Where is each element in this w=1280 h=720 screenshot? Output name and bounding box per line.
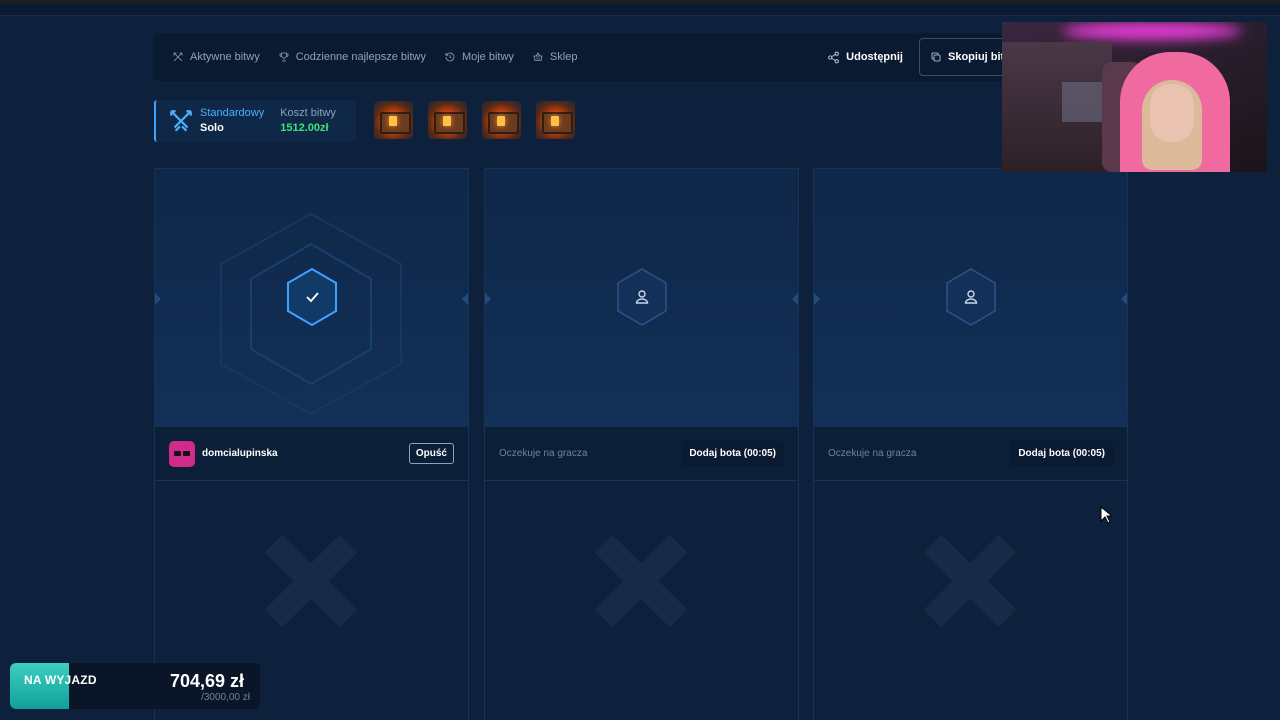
player-name: domcialupinska [202, 448, 278, 459]
avatar [169, 440, 195, 467]
swords-watermark-icon [920, 531, 1020, 631]
case-image[interactable] [536, 101, 575, 139]
add-bot-button[interactable]: Dodaj bota (00:05) [681, 441, 784, 466]
slot-top [155, 169, 468, 427]
player-slot-3: Oczekuje na gracza Dodaj bota (00:05) [813, 168, 1128, 720]
slot-info: Oczekuje na gracza Dodaj bota (00:05) [485, 427, 798, 481]
basket-icon [533, 52, 543, 61]
share-button[interactable]: Udostępnij [827, 51, 903, 64]
nav-daily-best-battles[interactable]: Codzienne najlepsze bitwy [278, 51, 426, 63]
battle-mode-box: Standardowy Solo Koszt bitwy 1512.00zł [154, 100, 356, 142]
copy-icon [931, 52, 941, 62]
player-slot-1: domcialupinska Opuść [154, 168, 469, 720]
ready-hex [286, 267, 338, 327]
battle-navbar: Aktywne bitwy Codzienne najlepsze bitwy … [154, 33, 1014, 81]
donation-goal-widget: NA WYJAZD 704,69 zł /3000,00 zł [10, 663, 260, 709]
goal-amount: 704,69 zł [169, 671, 244, 691]
history-icon [445, 52, 455, 62]
empty-hex [945, 267, 997, 327]
cost-label: Koszt bitwy [280, 107, 336, 119]
mode-sub: Solo [200, 122, 224, 134]
empty-hex [616, 267, 668, 327]
nav-active-battles-label: Aktywne bitwy [190, 51, 260, 63]
waiting-label: Oczekuje na gracza [828, 448, 917, 459]
swords-watermark-icon [591, 531, 691, 631]
share-label: Udostępnij [846, 51, 903, 63]
nav-active-battles[interactable]: Aktywne bitwy [172, 51, 260, 63]
nav-shop[interactable]: Sklep [532, 51, 578, 63]
case-image[interactable] [374, 101, 413, 139]
browser-top-strip [0, 0, 1280, 16]
nav-shop-label: Sklep [549, 51, 578, 63]
copy-battle-button[interactable]: Skopiuj bitwę [919, 38, 1009, 76]
slot-top [485, 169, 798, 427]
swords-watermark-icon [261, 531, 361, 631]
nav-my-battles-label: Moje bitwy [461, 51, 514, 63]
leave-button[interactable]: Opuść [408, 443, 454, 464]
waiting-label: Oczekuje na gracza [499, 448, 588, 459]
battle-cases [374, 101, 575, 139]
player-slot-2: Oczekuje na gracza Dodaj bota (00:05) [484, 168, 799, 720]
goal-target: /3000,00 zł [201, 692, 250, 703]
nav-my-battles[interactable]: Moje bitwy [444, 51, 514, 63]
nav-daily-best-label: Codzienne najlepsze bitwy [295, 51, 426, 63]
slot-info: Oczekuje na gracza Dodaj bota (00:05) [814, 427, 1127, 481]
slot-info: domcialupinska Opuść [155, 427, 468, 481]
mode-label: Standardowy [200, 107, 265, 119]
add-bot-button[interactable]: Dodaj bota (00:05) [1010, 441, 1113, 466]
goal-label: NA WYJAZD [24, 673, 97, 687]
case-image[interactable] [482, 101, 521, 139]
swords-icon [173, 52, 183, 62]
streamer-webcam [1002, 22, 1267, 172]
copy-battle-label: Skopiuj bitwę [948, 51, 1008, 63]
swords-mode-icon [168, 108, 194, 134]
cost-value: 1512.00zł [280, 122, 329, 134]
case-image[interactable] [428, 101, 467, 139]
slot-bottom [814, 481, 1127, 720]
trophy-icon [279, 52, 289, 62]
slot-bottom [485, 481, 798, 720]
share-icon [828, 51, 839, 63]
slot-top [814, 169, 1127, 427]
